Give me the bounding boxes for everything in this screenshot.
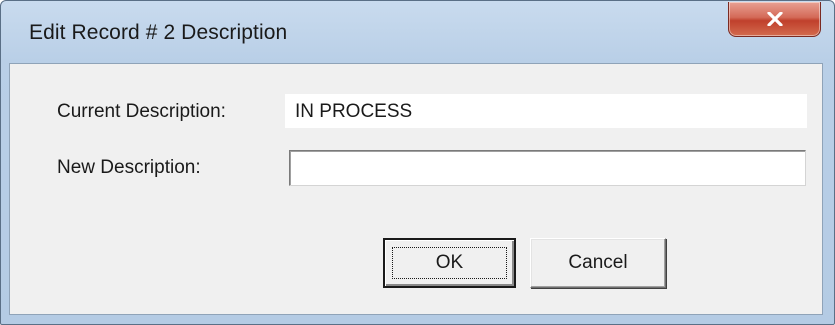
current-description-value: IN PROCESS <box>285 94 807 128</box>
cancel-button[interactable]: Cancel <box>530 238 666 288</box>
close-x-icon <box>766 12 783 26</box>
close-button[interactable] <box>728 2 821 37</box>
dialog-client-area: Current Description: IN PROCESS New Desc… <box>9 63 823 315</box>
ok-button-label: OK <box>435 252 464 273</box>
title-bar[interactable]: Edit Record # 2 Description <box>1 1 834 61</box>
window-title: Edit Record # 2 Description <box>29 21 288 44</box>
new-description-input[interactable] <box>289 150 806 186</box>
cancel-button-label: Cancel <box>568 252 628 273</box>
dialog-window: Edit Record # 2 Description Current Desc… <box>0 0 835 325</box>
current-description-label: Current Description: <box>57 101 226 122</box>
new-description-label: New Description: <box>57 157 201 178</box>
ok-button[interactable]: OK <box>383 238 516 288</box>
